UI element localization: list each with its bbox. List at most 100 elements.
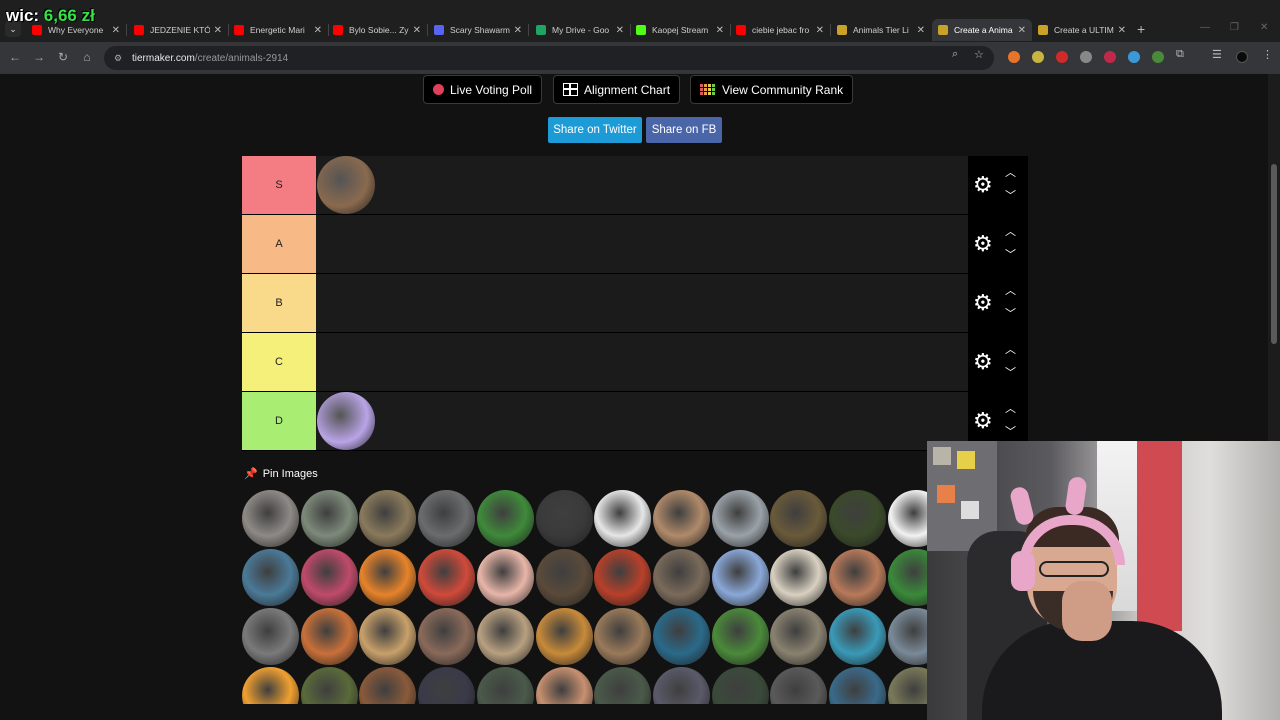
browser-tab[interactable]: My Drive - Goo ✕ [530, 19, 630, 41]
tab-close-icon[interactable]: ✕ [112, 25, 120, 36]
tier-label[interactable]: B [242, 274, 316, 332]
gear-icon[interactable]: ⚙ [973, 174, 993, 196]
extension-icon[interactable] [1032, 51, 1044, 63]
reading-list-icon[interactable]: ☰ [1212, 48, 1222, 61]
browser-tab[interactable]: JEDZENIE KTÓR ✕ [128, 19, 228, 41]
animal-image[interactable] [359, 667, 417, 704]
chevron-down-icon[interactable]: ﹀ [1005, 309, 1016, 320]
animal-image[interactable] [418, 667, 476, 704]
home-icon[interactable]: ⌂ [79, 50, 95, 64]
animal-image[interactable] [829, 608, 886, 665]
animal-image[interactable] [887, 667, 930, 704]
extension-icon[interactable] [1056, 51, 1068, 63]
tier-drop-zone[interactable] [316, 392, 968, 450]
zoom-icon[interactable]: ⌕ [952, 48, 958, 61]
animal-image[interactable] [476, 549, 534, 606]
browser-tab[interactable]: Energetic Mari ✕ [228, 19, 328, 41]
animal-image[interactable] [476, 667, 534, 704]
animal-image[interactable] [652, 490, 710, 547]
animal-image[interactable] [887, 608, 930, 665]
animal-image[interactable] [242, 549, 299, 606]
minimize-icon[interactable]: — [1200, 22, 1210, 33]
animal-image[interactable] [594, 667, 652, 704]
animal-image[interactable] [770, 667, 828, 704]
animal-image[interactable] [770, 490, 828, 547]
browser-tab[interactable]: Create a ULTIM ✕ [1032, 19, 1132, 41]
tier-drop-zone[interactable] [316, 215, 968, 273]
browser-tab[interactable]: Scary Shawarm ✕ [428, 19, 528, 41]
browser-tab[interactable]: Bylo Sobie... Zy ✕ [327, 19, 427, 41]
tab-close-icon[interactable]: ✕ [314, 25, 322, 36]
animal-image[interactable] [711, 608, 769, 665]
animal-image[interactable] [535, 608, 593, 665]
extensions-puzzle-icon[interactable]: ⧉ [1176, 48, 1184, 61]
chevron-down-icon[interactable]: ﹀ [1005, 427, 1016, 438]
tab-close-icon[interactable]: ✕ [616, 25, 624, 36]
scrollbar-thumb[interactable] [1271, 164, 1277, 344]
tier-label[interactable]: D [242, 392, 316, 450]
tier-drop-zone[interactable] [316, 274, 968, 332]
browser-tab[interactable]: Kaopej Stream ✕ [630, 19, 730, 41]
animal-image[interactable] [770, 549, 828, 606]
pin-images-toggle[interactable]: 📌 Pin Images [244, 467, 318, 481]
animal-image[interactable] [829, 490, 886, 547]
tier-label[interactable]: C [242, 333, 316, 391]
extension-icon[interactable] [1008, 51, 1020, 63]
tab-close-icon[interactable]: ✕ [917, 25, 925, 36]
extension-icon[interactable] [1152, 51, 1164, 63]
close-window-icon[interactable]: ✕ [1260, 22, 1268, 33]
extension-icon[interactable] [1080, 51, 1092, 63]
share-twitter-button[interactable]: Share on Twitter [548, 117, 642, 143]
address-bar[interactable]: ⚙ tiermaker.com/create/animals-2914 [104, 46, 994, 70]
animal-image[interactable] [300, 549, 358, 606]
animal-image[interactable] [418, 608, 476, 665]
browser-tab[interactable]: Create a Anima ✕ [932, 19, 1032, 41]
animal-image[interactable] [887, 490, 930, 547]
animal-image[interactable] [594, 549, 652, 606]
animal-image[interactable] [594, 490, 652, 547]
tab-close-icon[interactable]: ✕ [413, 25, 421, 36]
animal-image[interactable] [829, 549, 886, 606]
tier-drop-zone[interactable] [316, 333, 968, 391]
gear-icon[interactable]: ⚙ [973, 351, 993, 373]
chevron-up-icon[interactable]: ︿ [1005, 404, 1016, 415]
animal-image[interactable] [300, 608, 358, 665]
animal-image[interactable] [829, 667, 886, 704]
tab-close-icon[interactable]: ✕ [1018, 25, 1026, 36]
tab-close-icon[interactable]: ✕ [214, 25, 222, 36]
animal-image[interactable] [300, 667, 358, 704]
animal-image[interactable] [711, 490, 769, 547]
chevron-up-icon[interactable]: ︿ [1005, 227, 1016, 238]
animal-image[interactable] [535, 667, 593, 704]
animal-image[interactable] [242, 667, 299, 704]
browser-tab[interactable]: ciebie jebac fro ✕ [730, 19, 830, 41]
chevron-down-icon[interactable]: ﹀ [1005, 250, 1016, 261]
tier-label[interactable]: S [242, 156, 316, 214]
reload-icon[interactable]: ↻ [55, 50, 71, 64]
chevron-down-icon[interactable]: ﹀ [1005, 368, 1016, 379]
extension-icon[interactable] [1128, 51, 1140, 63]
animal-image[interactable] [711, 667, 769, 704]
animal-image[interactable] [887, 549, 930, 606]
extension-icon[interactable] [1104, 51, 1116, 63]
new-tab-button[interactable]: + [1137, 21, 1145, 37]
animal-image[interactable] [359, 490, 417, 547]
back-icon[interactable]: ← [7, 50, 23, 64]
browser-menu-icon[interactable]: ⋮ [1262, 48, 1273, 61]
animal-image[interactable] [359, 549, 417, 606]
forward-icon[interactable]: → [31, 50, 47, 64]
tab-close-icon[interactable]: ✕ [514, 25, 522, 36]
tier-item-image[interactable] [317, 156, 375, 214]
chevron-up-icon[interactable]: ︿ [1005, 168, 1016, 179]
animal-image[interactable] [594, 608, 652, 665]
tier-label[interactable]: A [242, 215, 316, 273]
gear-icon[interactable]: ⚙ [973, 292, 993, 314]
animal-image[interactable] [652, 667, 710, 704]
tab-close-icon[interactable]: ✕ [816, 25, 824, 36]
bookmark-star-icon[interactable]: ☆ [974, 48, 984, 61]
chevron-up-icon[interactable]: ︿ [1005, 345, 1016, 356]
tab-close-icon[interactable]: ✕ [716, 25, 724, 36]
animal-image[interactable] [476, 490, 534, 547]
chevron-down-icon[interactable]: ﹀ [1005, 191, 1016, 202]
browser-tab[interactable]: Animals Tier Li ✕ [831, 19, 931, 41]
